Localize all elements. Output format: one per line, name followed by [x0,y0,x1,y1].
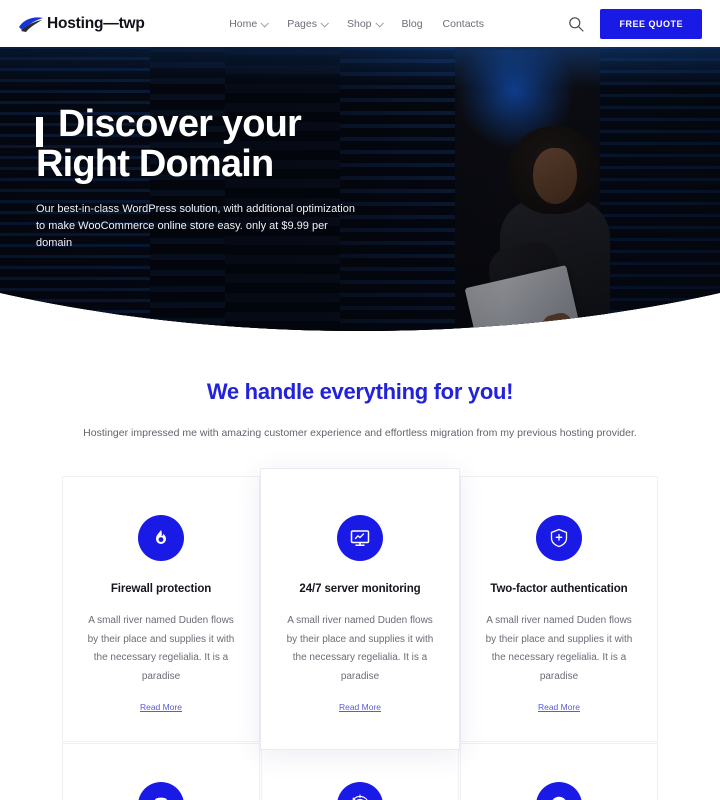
nav-item-home[interactable]: Home [229,17,270,30]
swoosh-arrow-icon [18,15,44,33]
nav-label: Pages [287,17,317,30]
feature-card-grid: Firewall protection A small river named … [0,468,720,800]
main-navigation: Home Pages Shop Blog Contacts [229,18,484,30]
nav-label: Shop [346,17,372,30]
feature-card-anti-malware-protection[interactable]: Anti-malware protection A small river na… [261,743,459,800]
database-icon [138,782,184,800]
feature-card-password-protection[interactable]: Password protection A small river named … [460,743,658,800]
section-subtitle: Hostinger impressed me with amazing cust… [83,427,637,439]
feature-card-firewall-protection[interactable]: Firewall protection A small river named … [62,476,260,742]
site-header: Hosting—twp Home Pages Shop Blog Contact… [0,0,720,47]
read-more-link[interactable]: Read More [140,702,182,712]
feature-card-two-factor-authentication[interactable]: Two-factor authentication A small river … [460,476,658,742]
monitor-icon [337,515,383,561]
logo-text: Hosting—twp [47,14,145,32]
card-title: 24/7 server monitoring [299,583,421,595]
section-title: We handle everything for you! [206,379,514,404]
card-title: Two-factor authentication [490,583,628,595]
hero-subtitle: Our best-in-class WordPress solution, wi… [36,202,355,249]
hero-title-line-2: Right Domain [36,143,274,186]
card-title: Firewall protection [110,583,212,595]
hero-title-line-1: Discover your [58,103,302,145]
nav-item-blog[interactable]: Blog [402,18,423,30]
header-actions: FREE QUOTE [568,8,702,39]
feature-card-regular-data-backups[interactable]: Regular data backups A small river named… [62,743,260,800]
nav-item-contacts[interactable]: Contacts [443,18,484,30]
search-icon[interactable] [568,16,585,32]
nav-item-pages[interactable]: Pages [287,17,329,30]
hero-section: Discover your Right Domain Our best-in-c… [0,46,720,331]
hero-content: Discover your Right Domain Our best-in-c… [36,104,436,252]
chevron-down-icon [374,18,384,28]
free-quote-button[interactable]: FREE QUOTE [600,8,702,39]
chevron-down-icon [320,18,329,28]
card-description: A small river named Duden flows by their… [485,615,633,682]
compass-icon [536,782,582,800]
nav-item-shop[interactable]: Shop [346,17,384,30]
card-description: A small river named Duden flows by their… [286,615,434,682]
chevron-down-icon [260,18,270,28]
nav-label: Blog [401,17,423,30]
site-logo[interactable]: Hosting—twp [18,15,145,33]
read-more-link[interactable]: Read More [538,702,580,712]
card-description: A small river named Duden flows by their… [87,615,235,682]
hero-title: Discover your Right Domain [36,104,436,185]
feature-card-server-monitoring[interactable]: 24/7 server monitoring A small river nam… [260,468,460,750]
shield-plus-icon [536,515,582,561]
flame-icon [138,515,184,561]
read-more-link[interactable]: Read More [339,702,381,712]
hero-accent-bar [36,117,43,147]
nav-label: Home [229,17,258,30]
features-section: We handle everything for you! Hostinger … [0,331,720,800]
virus-target-icon [337,782,383,800]
nav-label: Contacts [442,17,484,30]
